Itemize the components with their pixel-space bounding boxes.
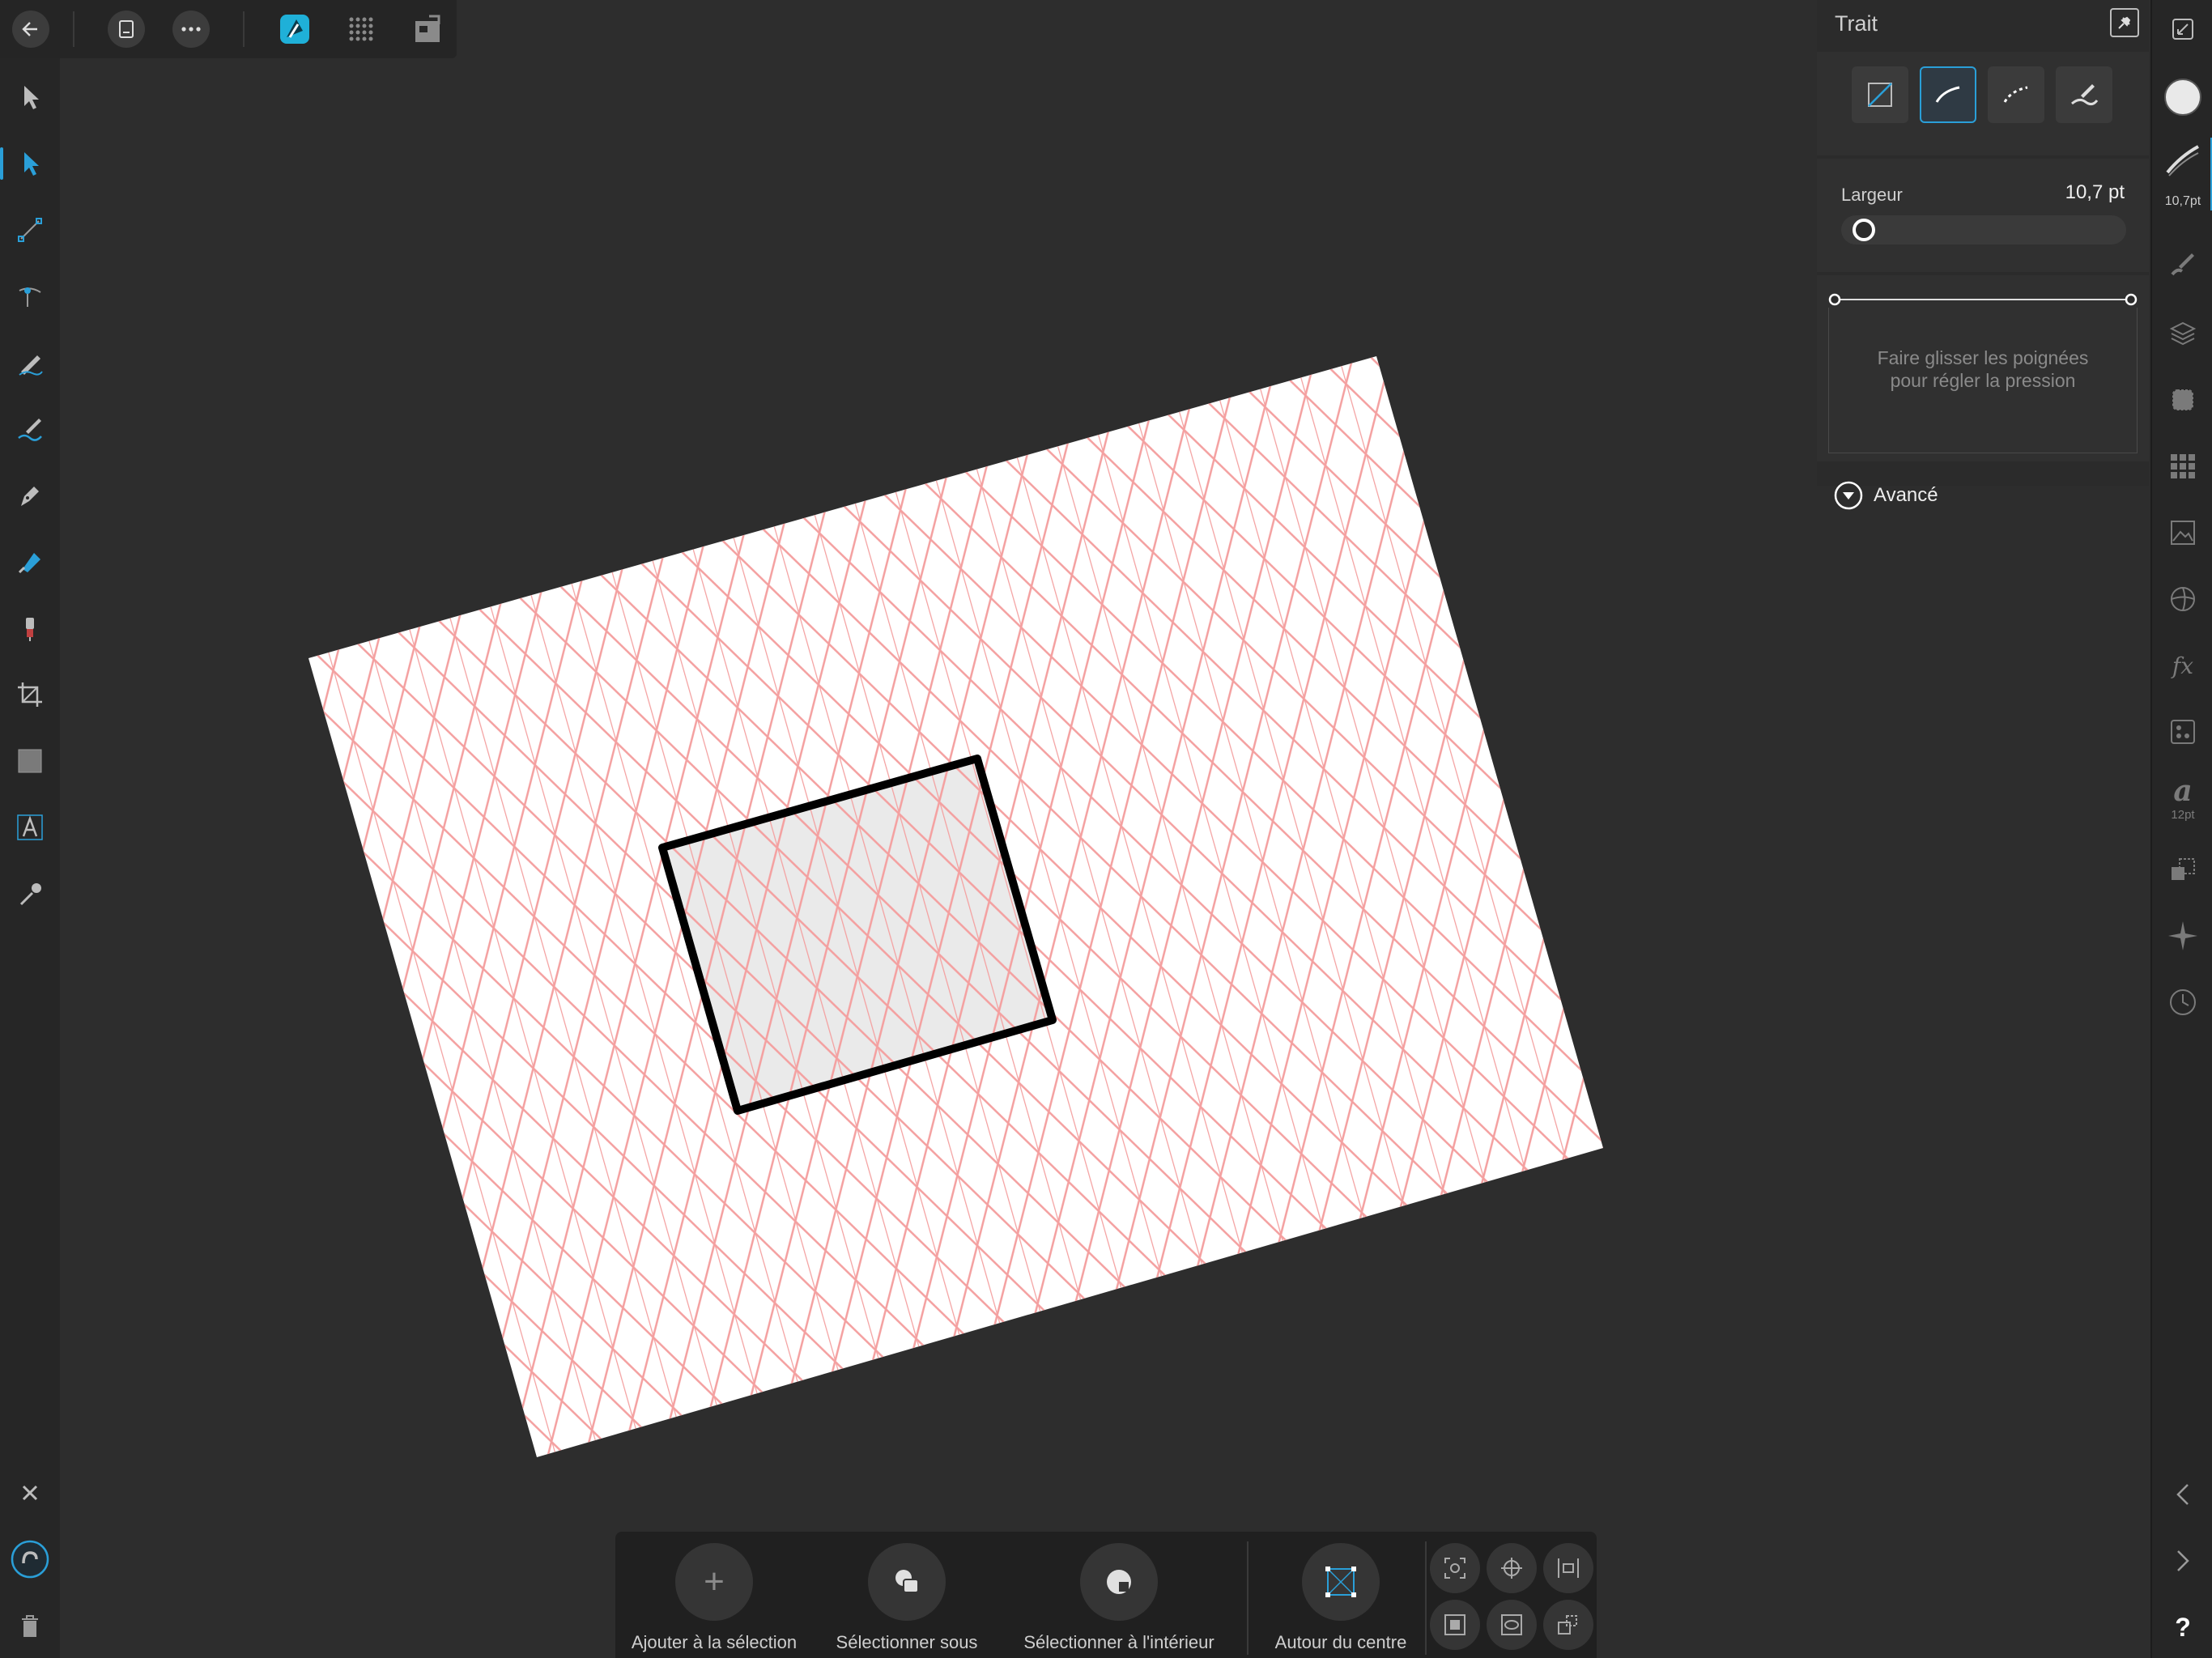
pressure-hint-line-2: pour régler la pression [1890, 370, 2076, 391]
expand-icon[interactable] [2160, 6, 2206, 52]
zoom-to-selection-icon[interactable] [1430, 1543, 1480, 1593]
brush-icon[interactable] [2160, 241, 2206, 287]
color-wheel-icon[interactable] [2160, 576, 2206, 622]
brush-stroke-icon[interactable] [2056, 66, 2112, 123]
history-icon[interactable] [2160, 980, 2206, 1025]
text-size-readout: 12pt [2171, 808, 2195, 822]
select-inside-button[interactable]: Sélectionner à l'intérieur [1001, 1543, 1237, 1656]
document-icon[interactable] [104, 6, 149, 52]
dashed-line-icon[interactable] [1988, 66, 2044, 123]
persona-export-icon[interactable] [405, 6, 450, 52]
rectangle-tool-icon[interactable] [7, 738, 53, 784]
top-toolbar [0, 0, 457, 58]
pressure-hint-line-1: Faire glisser les poignées [1877, 347, 2089, 368]
panel-header: Trait [1817, 0, 2149, 49]
pencil-tool-icon[interactable] [7, 340, 53, 385]
color-picker-icon[interactable] [7, 871, 53, 916]
trash-icon[interactable] [7, 1603, 53, 1648]
close-icon[interactable] [7, 1470, 53, 1516]
stroke-icon[interactable] [2160, 138, 2206, 183]
stroke-width-readout: 10,7pt [2164, 194, 2201, 208]
around-center-button[interactable]: Autour du centre [1252, 1543, 1430, 1656]
layers-icon[interactable] [2160, 311, 2206, 356]
width-slider-thumb[interactable] [1853, 219, 1875, 241]
effects-icon[interactable] [2160, 377, 2206, 423]
width-value: 10,7 pt [2065, 181, 2125, 203]
adjustments-icon[interactable] [2160, 709, 2206, 755]
fill-color-swatch[interactable] [2160, 74, 2206, 120]
add-to-selection-button[interactable]: + Ajouter à la sélection [615, 1543, 813, 1656]
preview-icon[interactable] [1487, 1600, 1537, 1650]
text-style-icon[interactable]: a [2160, 771, 2206, 811]
vector-brush-icon[interactable] [7, 406, 53, 452]
pressure-curve[interactable] [1828, 291, 2138, 308]
persona-pixel-icon[interactable] [338, 6, 384, 52]
text-tool-icon[interactable] [7, 805, 53, 850]
pen-tool-icon[interactable] [7, 473, 53, 518]
select-under-icon [868, 1543, 946, 1621]
expand-circle-icon [1834, 481, 1863, 510]
stroke-panel: Trait Largeur 10,7 pt Faire glisser les … [1817, 0, 2149, 510]
distribute-icon[interactable] [1543, 1543, 1593, 1593]
studio-strip: 10,7pt fx a 12pt ? [2150, 0, 2212, 1658]
expand-right-icon[interactable] [2160, 1538, 2206, 1584]
select-under-label: Sélectionner sous [836, 1632, 978, 1652]
fit-frame-icon[interactable] [1430, 1600, 1480, 1650]
back-arrow-icon[interactable] [8, 6, 53, 52]
add-to-selection-label: Ajouter à la sélection [631, 1632, 798, 1652]
width-slider[interactable] [1841, 215, 2126, 244]
crop-tool-icon[interactable] [7, 672, 53, 717]
select-inside-icon [1080, 1543, 1158, 1621]
plus-icon: + [675, 1543, 753, 1621]
advanced-toggle[interactable]: Avancé [1833, 479, 1938, 512]
panel-title: Trait [1835, 11, 1878, 36]
transparency-tool-icon[interactable] [7, 606, 53, 651]
around-center-label: Autour du centre [1274, 1632, 1407, 1652]
pressure-graph-area[interactable]: Faire glisser les poignées pour régler l… [1828, 308, 2138, 453]
point-transform-icon[interactable] [7, 274, 53, 319]
no-stroke-icon[interactable] [1852, 66, 1908, 123]
tools-panel [0, 58, 60, 1658]
crosshair-icon[interactable] [1487, 1543, 1537, 1593]
move-tool-icon[interactable] [7, 74, 53, 120]
fx-icon[interactable]: fx [2160, 643, 2206, 688]
width-label: Largeur [1841, 185, 1903, 205]
help-icon[interactable]: ? [2160, 1605, 2206, 1650]
fill-tool-icon[interactable] [7, 539, 53, 585]
select-under-button[interactable]: Sélectionner sous [813, 1543, 1001, 1656]
transform-center-icon [1302, 1543, 1380, 1621]
more-icon[interactable] [168, 6, 214, 52]
snapping-magnet-icon[interactable] [7, 1537, 53, 1582]
pin-icon[interactable] [2110, 8, 2139, 37]
swatches-icon[interactable] [2160, 444, 2206, 489]
navigator-icon[interactable] [2160, 913, 2206, 959]
collapse-left-icon[interactable] [2160, 1472, 2206, 1517]
stroke-style-section [1817, 52, 2149, 155]
persona-designer-icon[interactable] [272, 6, 317, 52]
advanced-label: Avancé [1874, 484, 1938, 506]
solid-line-icon[interactable] [1920, 66, 1976, 123]
transform-icon[interactable] [2160, 847, 2206, 892]
corner-tool-icon[interactable] [7, 207, 53, 253]
arrange-icon[interactable] [1543, 1600, 1593, 1650]
width-section: Largeur 10,7 pt [1817, 159, 2149, 272]
node-tool-icon[interactable] [0, 141, 53, 186]
pressure-section: Faire glisser les poignées pour régler l… [1817, 275, 2149, 461]
select-inside-label: Sélectionner à l'intérieur [1023, 1632, 1214, 1652]
image-icon[interactable] [2160, 510, 2206, 555]
context-toolbar: + Ajouter à la sélection Sélectionner so… [615, 1532, 1597, 1658]
